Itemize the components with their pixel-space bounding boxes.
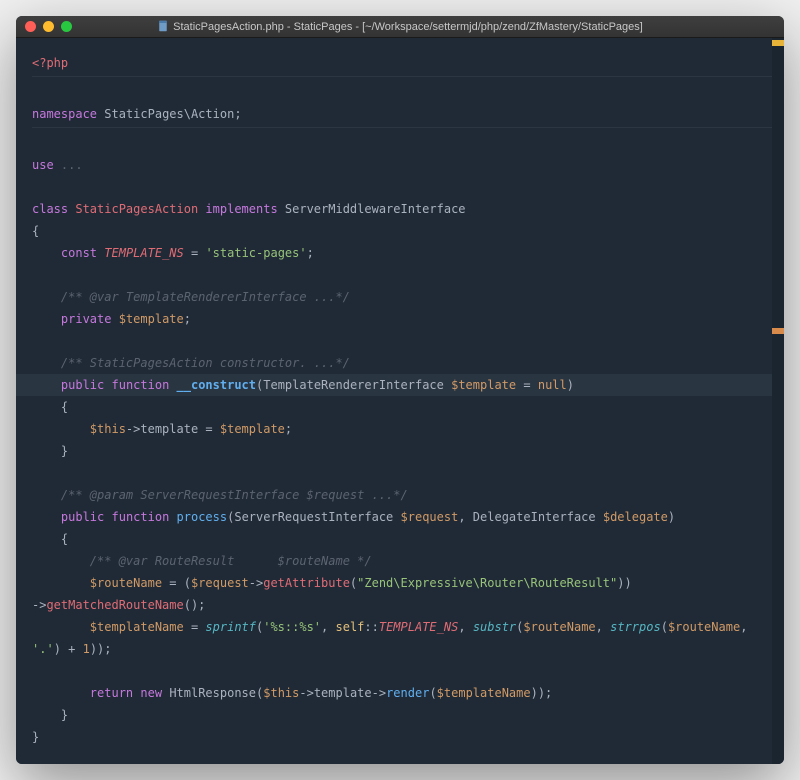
file-icon [157, 20, 169, 32]
method-call: getAttribute [263, 576, 350, 590]
self-keyword: self [336, 620, 365, 634]
class-ref: HtmlResponse [169, 686, 256, 700]
method-name: __construct [177, 378, 256, 392]
keyword: private [61, 312, 112, 326]
namespace-name: StaticPages\Action [104, 107, 234, 121]
doc-comment: /** @param ServerRequestInterface $reque… [61, 488, 408, 502]
variable: $template [220, 422, 285, 436]
keyword: public [61, 378, 104, 392]
variable: $request [191, 576, 249, 590]
variable: $templateName [437, 686, 531, 700]
function-call: substr [473, 620, 516, 634]
const-ref: TEMPLATE_NS [379, 620, 458, 634]
property: template [140, 422, 198, 436]
scroll-marker-warning[interactable] [772, 40, 784, 46]
string-literal: '.' [32, 642, 54, 656]
keyword: new [140, 686, 162, 700]
fold-rule [32, 127, 772, 128]
fold-rule [32, 76, 772, 77]
variable: $routeName [668, 620, 740, 634]
keyword: public [61, 510, 104, 524]
traffic-lights [16, 21, 72, 32]
variable: $delegate [603, 510, 668, 524]
maximize-icon[interactable] [61, 21, 72, 32]
function-call: sprintf [205, 620, 256, 634]
class-name: StaticPagesAction [75, 202, 198, 216]
scroll-marker-change[interactable] [772, 328, 784, 334]
current-line: public function __construct(TemplateRend… [16, 374, 772, 396]
string-literal: 'static-pages' [205, 246, 306, 260]
type-hint: TemplateRendererInterface [263, 378, 444, 392]
variable: $template [119, 312, 184, 326]
method-call: render [386, 686, 429, 700]
doc-comment: /** @var TemplateRendererInterface ...*/ [61, 290, 350, 304]
null-literal: null [538, 378, 567, 392]
keyword: function [112, 510, 170, 524]
interface-name: ServerMiddlewareInterface [285, 202, 466, 216]
doc-var: $routeName */ [278, 554, 372, 568]
variable: $templateName [90, 620, 184, 634]
minimize-icon[interactable] [43, 21, 54, 32]
code-editor[interactable]: <?php namespace StaticPages\Action; use … [16, 38, 772, 764]
doc-comment: /** StaticPagesAction constructor. ...*/ [61, 356, 350, 370]
variable: $request [401, 510, 459, 524]
editor-window: StaticPagesAction.php - StaticPages - [~… [16, 16, 784, 764]
titlebar[interactable]: StaticPagesAction.php - StaticPages - [~… [16, 16, 784, 38]
window-title: StaticPagesAction.php - StaticPages - [~… [16, 20, 784, 33]
method-call: getMatchedRouteName [46, 598, 183, 612]
keyword: implements [205, 202, 277, 216]
keyword: function [112, 378, 170, 392]
keyword: use [32, 158, 54, 172]
doc-tag: /** @var [90, 554, 148, 568]
property: template [314, 686, 372, 700]
string-literal: "Zend\Expressive\Router\RouteResult" [357, 576, 617, 590]
number-literal: 1 [83, 642, 90, 656]
variable: $routeName [523, 620, 595, 634]
keyword: class [32, 202, 68, 216]
function-call: strrpos [610, 620, 661, 634]
keyword: return [90, 686, 133, 700]
method-name: process [177, 510, 228, 524]
string-literal: '%s::%s' [263, 620, 321, 634]
fold-ellipsis[interactable]: ... [61, 158, 83, 172]
type-hint: DelegateInterface [473, 510, 596, 524]
php-open-tag: <?php [32, 56, 68, 70]
close-icon[interactable] [25, 21, 36, 32]
scrollbar[interactable] [772, 38, 784, 764]
this-keyword: $this [90, 422, 126, 436]
variable: $template [451, 378, 516, 392]
this-keyword: $this [263, 686, 299, 700]
keyword: const [61, 246, 97, 260]
const-name: TEMPLATE_NS [104, 246, 183, 260]
doc-type: RouteResult [155, 554, 234, 568]
variable: $routeName [90, 576, 162, 590]
type-hint: ServerRequestInterface [234, 510, 393, 524]
keyword: namespace [32, 107, 97, 121]
editor-wrap: <?php namespace StaticPages\Action; use … [16, 38, 784, 764]
